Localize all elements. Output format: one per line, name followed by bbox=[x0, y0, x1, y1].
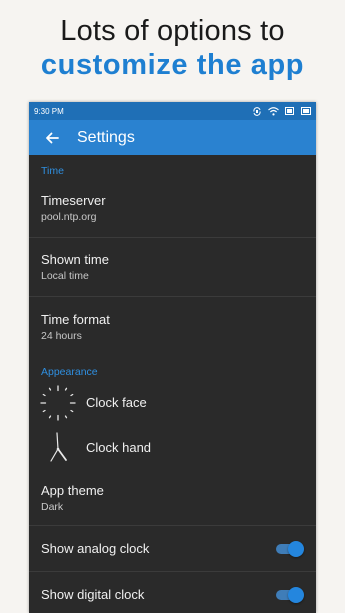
page-title: Settings bbox=[77, 128, 135, 146]
setting-title: Shown time bbox=[41, 252, 109, 267]
setting-label: Show analog clock bbox=[41, 541, 150, 556]
wifi-icon bbox=[268, 106, 279, 116]
setting-show-digital-clock[interactable]: Show digital clock bbox=[29, 571, 316, 613]
signal-icon bbox=[301, 107, 311, 115]
setting-clock-hand[interactable]: Clock hand bbox=[29, 425, 316, 470]
setting-value: Dark bbox=[41, 500, 64, 513]
setting-label: Show digital clock bbox=[41, 587, 145, 602]
status-time: 9:30 PM bbox=[34, 106, 64, 116]
clock-face-icon bbox=[38, 383, 78, 423]
setting-title: Timeserver bbox=[41, 193, 106, 208]
clock-hand-icon bbox=[38, 428, 78, 468]
switch-knob bbox=[288, 540, 304, 557]
toggle-switch[interactable] bbox=[274, 540, 304, 557]
promo-line-2: customize the app bbox=[40, 49, 305, 81]
setting-timeserver[interactable]: Timeserver pool.ntp.org bbox=[29, 179, 316, 238]
setting-shown-time[interactable]: Shown time Local time bbox=[29, 238, 316, 297]
promo-line-1: Lots of options to bbox=[60, 15, 285, 47]
switch-knob bbox=[288, 586, 304, 603]
battery-icon bbox=[285, 107, 295, 115]
app-bar: Settings bbox=[29, 120, 316, 155]
status-bar: 9:30 PM bbox=[29, 102, 316, 120]
setting-value: Local time bbox=[41, 270, 89, 282]
setting-label: Clock hand bbox=[86, 440, 152, 455]
setting-clock-face[interactable]: Clock face bbox=[29, 380, 316, 425]
setting-title: App theme bbox=[41, 482, 104, 498]
toggle-switch[interactable] bbox=[274, 586, 304, 603]
section-header-appearance: Appearance bbox=[41, 366, 98, 378]
setting-title: Time format bbox=[41, 311, 110, 327]
status-icons bbox=[252, 106, 311, 116]
setting-value: pool.ntp.org bbox=[41, 211, 97, 223]
arrow-left-icon[interactable] bbox=[41, 127, 63, 149]
rotation-lock-icon bbox=[252, 106, 262, 116]
setting-show-analog-clock[interactable]: Show analog clock bbox=[29, 526, 316, 571]
promo-header: Lots of options to customize the app bbox=[0, 14, 345, 82]
section-header-time: Time bbox=[41, 165, 64, 177]
setting-app-theme[interactable]: App theme Dark bbox=[29, 470, 316, 526]
setting-time-format[interactable]: Time format 24 hours bbox=[29, 297, 316, 356]
setting-label: Clock face bbox=[86, 395, 147, 410]
phone-screen: 9:30 PM Settings Time Timeserver pool.nt… bbox=[29, 102, 316, 613]
setting-value: 24 hours bbox=[41, 329, 82, 342]
